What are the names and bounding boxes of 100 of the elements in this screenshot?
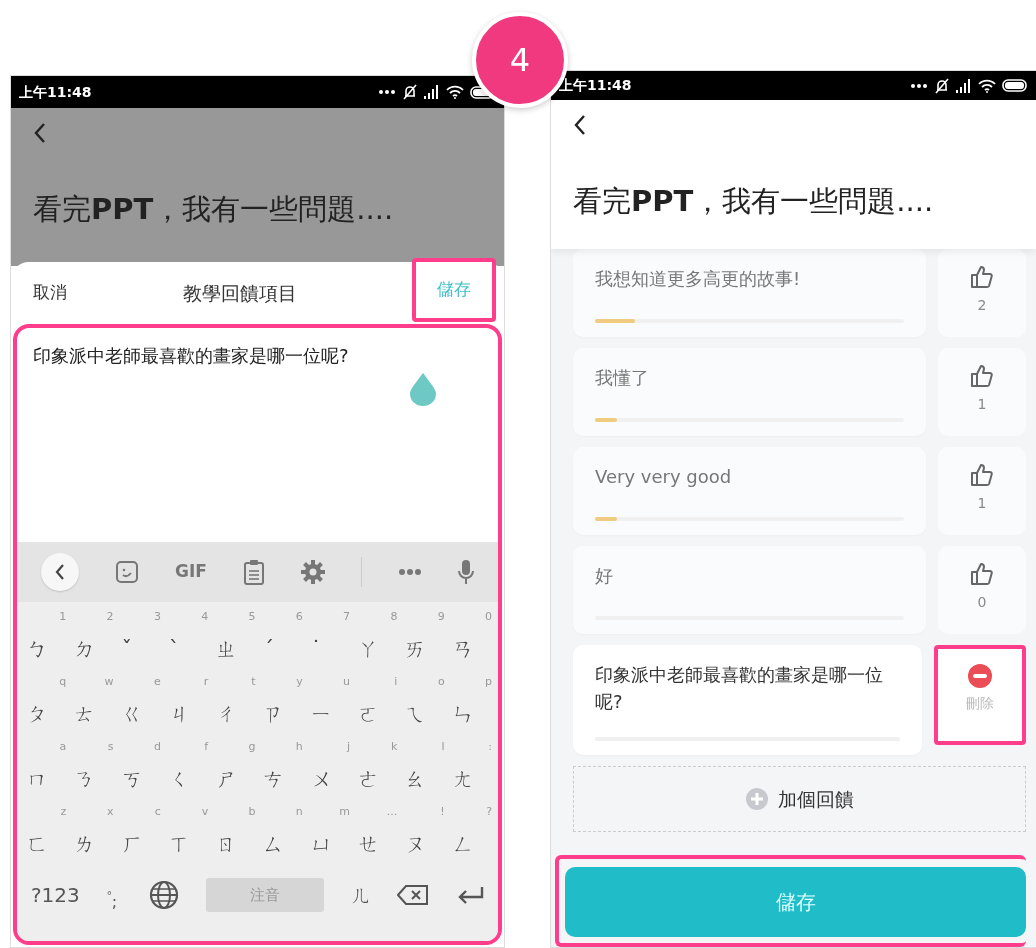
key-hint: h: [295, 738, 303, 755]
key-label: ˋ: [168, 637, 180, 663]
keyboard-key[interactable]: 5 ㄓ: [210, 606, 258, 663]
globe-icon[interactable]: [149, 880, 180, 910]
key-label: ㄗ: [263, 702, 285, 728]
settings-icon[interactable]: [300, 560, 325, 584]
feedback-text: Very very good: [595, 465, 733, 489]
key-label: ㄕ: [216, 767, 238, 793]
keyboard-key[interactable]: i ㄛ: [352, 671, 400, 728]
keyboard-key[interactable]: 9 ㄞ: [399, 606, 447, 663]
keyboard-key[interactable]: ㄦ: [350, 880, 371, 910]
keyboard-key[interactable]: q ㄆ: [21, 671, 69, 728]
key-label: ㄍ: [121, 702, 143, 728]
more-icon[interactable]: [397, 569, 422, 575]
keyboard-key[interactable]: a ㄇ: [21, 736, 69, 793]
keyboard-key[interactable]: : ㄤ: [446, 736, 494, 793]
keyboard-key[interactable]: 6 ˊ: [257, 606, 305, 663]
like-count: 2: [977, 296, 987, 315]
key-label: ㄚ: [358, 637, 380, 663]
keyboard-key[interactable]: b ㄖ: [210, 801, 258, 858]
key-label: ㄏ: [121, 832, 143, 858]
key-label: ㄨ: [310, 767, 332, 793]
key-label: ㄑ: [168, 767, 190, 793]
microphone-icon[interactable]: [457, 559, 474, 585]
keyboard-key[interactable]: … ㄝ: [352, 801, 400, 858]
symbols-key[interactable]: ?123: [31, 880, 80, 910]
keyboard-key[interactable]: f ㄑ: [162, 736, 211, 793]
key-label: ㄥ: [452, 832, 474, 858]
keyboard-key[interactable]: e ㄍ: [115, 671, 163, 728]
add-feedback-button[interactable]: 加個回饋: [573, 766, 1026, 832]
key-hint: 。: [106, 880, 123, 895]
back-icon[interactable]: [573, 114, 587, 137]
keyboard-key[interactable]: n ㄙ: [257, 801, 305, 858]
key-hint: s: [107, 738, 114, 755]
key-hint: 2: [106, 608, 114, 625]
keyboard-key[interactable]: x ㄌ: [68, 801, 116, 858]
key-hint: r: [203, 673, 209, 690]
keyboard-key[interactable]: 4 ˋ: [162, 606, 211, 663]
wifi-icon: [446, 85, 464, 99]
key-label: ㄝ: [358, 832, 380, 858]
keyboard-key[interactable]: h ㄘ: [257, 736, 305, 793]
key-label: ㄋ: [74, 767, 96, 793]
feedback-text: 印象派中老師最喜歡的畫家是哪一位呢?: [595, 663, 884, 714]
cancel-button[interactable]: 取消: [33, 280, 67, 306]
keyboard-key[interactable]: j ㄨ: [304, 736, 353, 793]
key-hint: n: [295, 803, 303, 820]
keyboard-key[interactable]: ! ㄡ: [399, 801, 447, 858]
key-hint: k: [391, 738, 398, 755]
keyboard-key[interactable]: r ㄐ: [162, 671, 211, 728]
key-hint: t: [251, 673, 256, 690]
keyboard-key[interactable]: 3 ˇ: [115, 606, 163, 663]
collapse-button[interactable]: [41, 553, 79, 591]
backspace-icon[interactable]: [397, 884, 430, 906]
like-button[interactable]: 1: [938, 447, 1026, 535]
key-label: ˇ: [121, 637, 133, 663]
gif-button[interactable]: GIF: [175, 559, 207, 585]
signal-icon: [424, 85, 440, 99]
key-label: ㄢ: [452, 637, 474, 663]
keyboard-key[interactable]: m ㄩ: [304, 801, 353, 858]
wifi-icon: [978, 78, 996, 93]
keyboard-key[interactable]: z ㄈ: [21, 801, 69, 858]
key-hint: q: [59, 673, 67, 690]
like-button[interactable]: 1: [938, 348, 1026, 436]
keyboard-key[interactable]: v ㄒ: [162, 801, 211, 858]
text-input[interactable]: 印象派中老師最喜歡的畫家是哪一位呢?: [33, 342, 482, 369]
key-label: ㄐ: [168, 702, 190, 728]
keyboard-key[interactable]: 0 ㄢ: [446, 606, 494, 663]
sticker-icon[interactable]: [115, 560, 139, 584]
keyboard-key[interactable]: 1 ㄅ: [21, 606, 69, 663]
delete-label: 刪除: [966, 694, 994, 713]
key-hint: 7: [343, 608, 351, 625]
keyboard-key[interactable]: s ㄋ: [68, 736, 116, 793]
sheet-title: 教學回饋項目: [182, 280, 297, 306]
keyboard-key[interactable]: o ㄟ: [399, 671, 447, 728]
keyboard-key[interactable]: w ㄊ: [68, 671, 116, 728]
keyboard-key[interactable]: c ㄏ: [115, 801, 163, 858]
punctuation-key[interactable]: 。 ;: [106, 880, 123, 910]
key-hint: p: [485, 673, 492, 690]
key-hint: g: [248, 738, 256, 755]
keyboard-key[interactable]: k ㄜ: [352, 736, 400, 793]
like-count: 0: [977, 593, 987, 612]
keyboard-key[interactable]: y ㄗ: [257, 671, 305, 728]
key-hint: ?: [486, 803, 492, 820]
keyboard-key[interactable]: g ㄕ: [210, 736, 258, 793]
status-time: 上午11:48: [559, 76, 632, 96]
keyboard-key[interactable]: ? ㄥ: [446, 801, 494, 858]
signal-icon: [956, 78, 972, 93]
keyboard-key[interactable]: 2 ㄉ: [68, 606, 116, 663]
keyboard-key[interactable]: d ㄎ: [115, 736, 163, 793]
clipboard-icon[interactable]: [242, 559, 265, 585]
status-time: 上午11:48: [19, 82, 92, 102]
keyboard-key[interactable]: p ㄣ: [446, 671, 494, 728]
key-label: ㄊ: [74, 702, 96, 728]
keyboard-key[interactable]: 7 ˙: [304, 606, 353, 663]
back-icon: [55, 564, 65, 580]
key-label: ㄆ: [27, 702, 48, 728]
key-label: ㄤ: [452, 767, 474, 793]
keyboard-key[interactable]: u ㄧ: [304, 671, 353, 728]
keyboard-key[interactable]: t ㄔ: [210, 671, 258, 728]
keyboard-key[interactable]: 8 ㄚ: [352, 606, 400, 663]
